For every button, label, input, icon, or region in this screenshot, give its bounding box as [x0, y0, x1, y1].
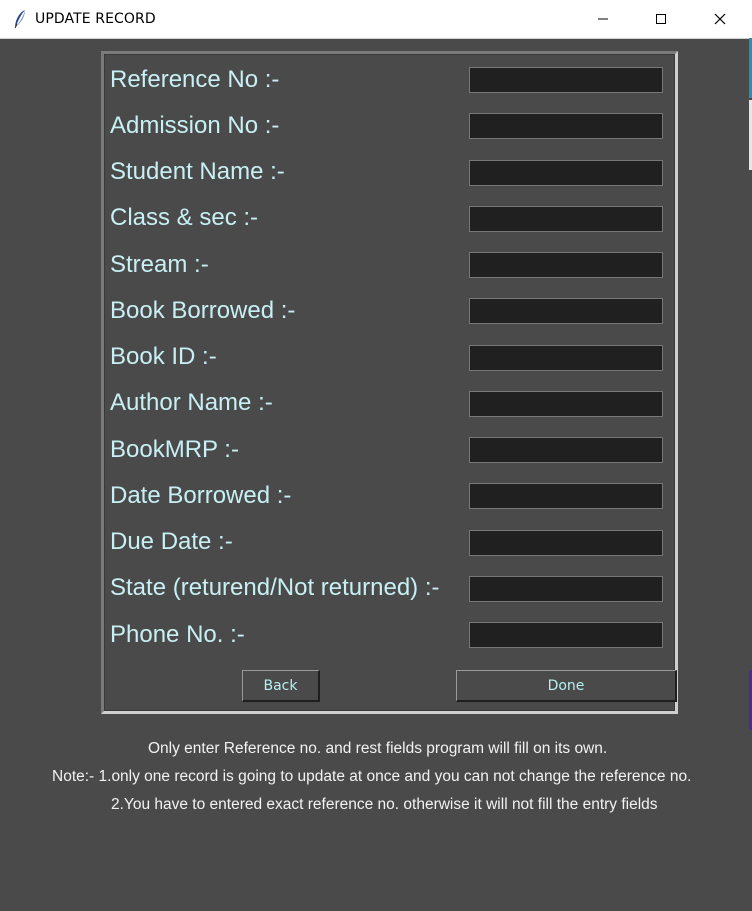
book-mrp-label: BookMRP :-	[110, 436, 239, 463]
date-borrowed-label: Date Borrowed :-	[110, 482, 292, 509]
reference-no-label: Reference No :-	[110, 66, 280, 93]
window-title: UPDATE RECORD	[35, 11, 156, 27]
author-name-input[interactable]	[469, 391, 663, 417]
instruction-note: Only enter Reference no. and rest fields…	[148, 740, 608, 757]
maximize-button[interactable]	[638, 0, 684, 38]
stream-label: Stream :-	[110, 251, 209, 278]
maximize-icon	[656, 14, 666, 24]
date-borrowed-input[interactable]	[469, 483, 663, 509]
class-sec-input[interactable]	[469, 206, 663, 232]
close-button[interactable]	[697, 0, 743, 38]
phone-no-label: Phone No. :-	[110, 621, 245, 648]
close-icon	[714, 13, 726, 25]
student-name-input[interactable]	[469, 160, 663, 186]
author-name-label: Author Name :-	[110, 389, 273, 416]
book-mrp-input[interactable]	[469, 437, 663, 463]
book-id-input[interactable]	[469, 345, 663, 371]
book-id-label: Book ID :-	[110, 343, 217, 370]
due-date-label: Due Date :-	[110, 528, 233, 555]
stream-input[interactable]	[469, 252, 663, 278]
admission-no-label: Admission No :-	[110, 112, 280, 139]
feather-icon	[12, 9, 28, 29]
state-label: State (returend/Not returned) :-	[110, 574, 440, 601]
class-sec-label: Class & sec :-	[110, 204, 259, 231]
book-borrowed-label: Book Borrowed :-	[110, 297, 296, 324]
book-borrowed-input[interactable]	[469, 298, 663, 324]
note-line-2: 2.You have to entered exact reference no…	[111, 796, 658, 813]
phone-no-input[interactable]	[469, 622, 663, 648]
minimize-button[interactable]	[580, 0, 626, 38]
note-line-1: Note:- 1.only one record is going to upd…	[52, 768, 692, 785]
reference-no-input[interactable]	[469, 67, 663, 93]
state-input[interactable]	[469, 576, 663, 602]
admission-no-input[interactable]	[469, 113, 663, 139]
done-button[interactable]: Done	[456, 670, 677, 702]
due-date-input[interactable]	[469, 530, 663, 556]
minimize-icon	[598, 18, 608, 20]
form-panel	[104, 54, 675, 711]
student-name-label: Student Name :-	[110, 158, 285, 185]
back-button[interactable]: Back	[242, 670, 320, 702]
title-bar[interactable]: UPDATE RECORD	[0, 0, 752, 39]
